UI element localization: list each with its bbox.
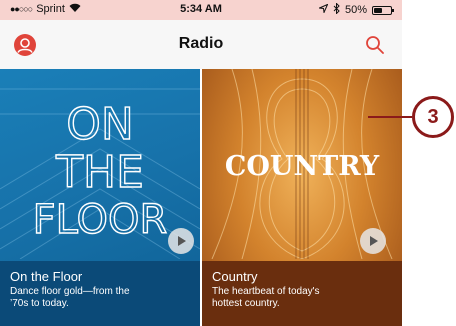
station-description-line-2: hottest country. (212, 298, 280, 309)
location-icon (317, 3, 329, 16)
station-tile-country[interactable]: COUNTRY Country The heartbeat of today's… (202, 69, 402, 326)
battery-icon (372, 5, 394, 15)
phone-screen: ●●○○○ Sprint 5:34 AM 50% Radio ON THE FL… (0, 0, 402, 326)
station-title: Country (212, 269, 258, 284)
callout-number: 3 (427, 105, 439, 128)
art-text-on: ON (66, 99, 134, 150)
page-title: Radio (178, 35, 224, 52)
station-description-line-2: ’70s to today. (10, 298, 69, 309)
play-icon (178, 236, 186, 246)
search-button[interactable] (365, 35, 385, 55)
art-text-the: THE (55, 147, 144, 198)
battery-level (374, 7, 382, 13)
bluetooth-icon (333, 2, 340, 17)
station-tile-on-the-floor[interactable]: ON THE FLOOR On the Floor Dance floor go… (0, 69, 200, 326)
search-icon (366, 36, 384, 54)
art-text-country: COUNTRY (225, 151, 380, 182)
callout-leader-line (368, 116, 412, 118)
callout-number-badge: 3 (412, 96, 454, 138)
station-title: On the Floor (10, 269, 83, 284)
station-description-line-1: Dance floor gold—from the (10, 286, 130, 297)
play-button-on-the-floor[interactable] (168, 228, 194, 254)
station-caption-on-the-floor: On the Floor Dance floor gold—from the ’… (0, 261, 200, 326)
station-artwork-on-the-floor: ON THE FLOOR (0, 88, 200, 259)
station-caption-country: Country The heartbeat of today's hottest… (202, 261, 402, 326)
play-button-country[interactable] (360, 228, 386, 254)
play-icon (370, 236, 378, 246)
status-bar: ●●○○○ Sprint 5:34 AM 50% (0, 0, 402, 20)
navigation-bar: Radio (0, 20, 402, 89)
battery-percent: 50% (344, 4, 367, 16)
station-description-line-1: The heartbeat of today's (212, 286, 320, 297)
art-text-floor: FLOOR (33, 197, 168, 243)
status-right: 50% (317, 2, 394, 17)
